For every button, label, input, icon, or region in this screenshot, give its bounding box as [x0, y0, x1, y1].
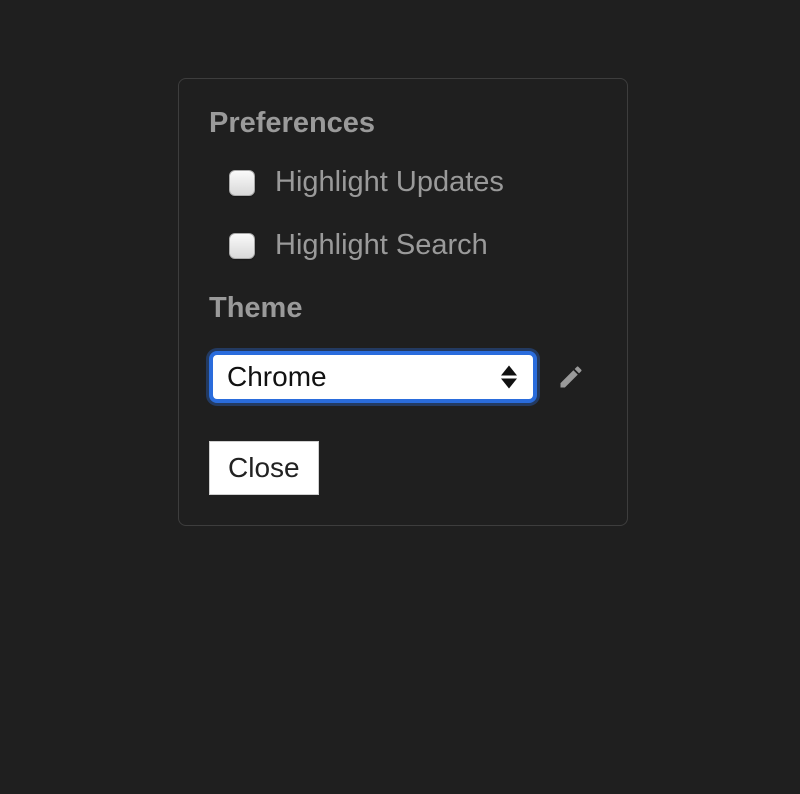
theme-select[interactable]: Chrome	[209, 351, 537, 403]
theme-select-row: Chrome	[209, 351, 597, 403]
preferences-heading: Preferences	[209, 107, 597, 140]
highlight-updates-label: Highlight Updates	[275, 166, 504, 199]
highlight-search-label: Highlight Search	[275, 229, 488, 262]
theme-select-wrap: Chrome	[209, 351, 537, 403]
pencil-icon	[557, 363, 585, 391]
highlight-search-checkbox[interactable]	[229, 233, 255, 259]
highlight-updates-row: Highlight Updates	[229, 166, 597, 199]
highlight-search-row: Highlight Search	[229, 229, 597, 262]
preferences-panel: Preferences Highlight Updates Highlight …	[178, 78, 628, 526]
theme-select-value: Chrome	[227, 361, 327, 393]
theme-heading: Theme	[209, 292, 597, 325]
highlight-updates-checkbox[interactable]	[229, 170, 255, 196]
chevron-up-down-icon	[501, 366, 517, 389]
close-button[interactable]: Close	[209, 441, 319, 495]
edit-theme-button[interactable]	[555, 361, 587, 393]
